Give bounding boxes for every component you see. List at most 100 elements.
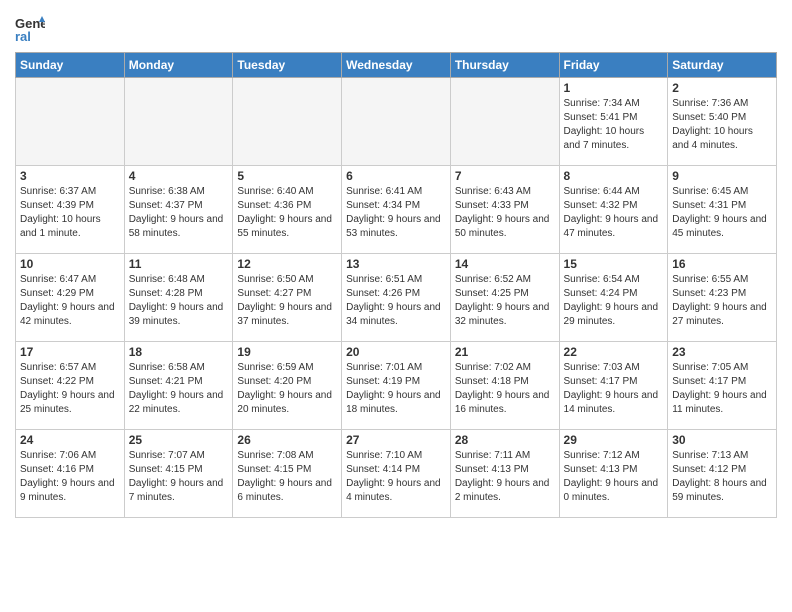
day-number: 15: [564, 257, 664, 271]
day-info: Sunrise: 6:52 AM Sunset: 4:25 PM Dayligh…: [455, 273, 555, 329]
day-info: Sunrise: 6:55 AM Sunset: 4:23 PM Dayligh…: [672, 273, 772, 329]
day-info: Sunrise: 6:45 AM Sunset: 4:31 PM Dayligh…: [672, 185, 772, 241]
week-row-4: 17 Sunrise: 6:57 AM Sunset: 4:22 PM Dayli…: [16, 342, 777, 430]
day-cell: 19 Sunrise: 6:59 AM Sunset: 4:20 PM Dayli…: [233, 342, 342, 430]
day-cell: 3 Sunrise: 6:37 AM Sunset: 4:39 PM Daylig…: [16, 166, 125, 254]
day-cell: 12Sunrise: 6:50 AM Sunset: 4:27 PM Dayli…: [233, 254, 342, 342]
weekday-saturday: Saturday: [668, 53, 777, 78]
page: Gene ral SundayMondayTuesdayWednesdayThu…: [0, 0, 792, 612]
day-cell: 16 Sunrise: 6:55 AM Sunset: 4:23 PM Dayli…: [668, 254, 777, 342]
day-cell: 30 Sunrise: 7:13 AM Sunset: 4:12 PM Dayli…: [668, 430, 777, 518]
svg-text:ral: ral: [15, 29, 31, 44]
day-info: Sunrise: 7:07 AM Sunset: 4:15 PM Dayligh…: [129, 449, 229, 505]
day-info: Sunrise: 6:41 AM Sunset: 4:34 PM Dayligh…: [346, 185, 446, 241]
week-row-1: 1 Sunrise: 7:34 AM Sunset: 5:41 PM Daylig…: [16, 78, 777, 166]
weekday-header-row: SundayMondayTuesdayWednesdayThursdayFrid…: [16, 53, 777, 78]
day-number: 17: [20, 345, 120, 359]
day-info: Sunrise: 7:01 AM Sunset: 4:19 PM Dayligh…: [346, 361, 446, 417]
day-cell: [124, 78, 233, 166]
day-number: 23: [672, 345, 772, 359]
week-row-3: 10 Sunrise: 6:47 AM Sunset: 4:29 PM Dayli…: [16, 254, 777, 342]
day-cell: 28Sunrise: 7:11 AM Sunset: 4:13 PM Dayli…: [450, 430, 559, 518]
day-cell: 17 Sunrise: 6:57 AM Sunset: 4:22 PM Dayli…: [16, 342, 125, 430]
header: Gene ral: [15, 10, 777, 44]
day-info: Sunrise: 7:13 AM Sunset: 4:12 PM Dayligh…: [672, 449, 772, 505]
day-info: Sunrise: 6:54 AM Sunset: 4:24 PM Dayligh…: [564, 273, 664, 329]
day-cell: 11Sunrise: 6:48 AM Sunset: 4:28 PM Dayli…: [124, 254, 233, 342]
day-number: 14: [455, 257, 555, 271]
day-number: 27: [346, 433, 446, 447]
day-number: 29: [564, 433, 664, 447]
day-cell: 5 Sunrise: 6:40 AM Sunset: 4:36 PM Daylig…: [233, 166, 342, 254]
day-cell: 10 Sunrise: 6:47 AM Sunset: 4:29 PM Dayli…: [16, 254, 125, 342]
day-info: Sunrise: 6:58 AM Sunset: 4:21 PM Dayligh…: [129, 361, 229, 417]
day-number: 10: [20, 257, 120, 271]
day-number: 8: [564, 169, 664, 183]
day-number: 2: [672, 81, 772, 95]
day-info: Sunrise: 6:37 AM Sunset: 4:39 PM Dayligh…: [20, 185, 120, 241]
day-cell: [16, 78, 125, 166]
day-number: 12: [237, 257, 337, 271]
day-number: 13: [346, 257, 446, 271]
day-info: Sunrise: 6:51 AM Sunset: 4:26 PM Dayligh…: [346, 273, 446, 329]
day-number: 1: [564, 81, 664, 95]
day-cell: 27Sunrise: 7:10 AM Sunset: 4:14 PM Dayli…: [342, 430, 451, 518]
day-number: 26: [237, 433, 337, 447]
weekday-tuesday: Tuesday: [233, 53, 342, 78]
day-info: Sunrise: 6:44 AM Sunset: 4:32 PM Dayligh…: [564, 185, 664, 241]
week-row-5: 24 Sunrise: 7:06 AM Sunset: 4:16 PM Dayli…: [16, 430, 777, 518]
day-number: 7: [455, 169, 555, 183]
day-number: 9: [672, 169, 772, 183]
day-cell: 22 Sunrise: 7:03 AM Sunset: 4:17 PM Dayli…: [559, 342, 668, 430]
calendar: SundayMondayTuesdayWednesdayThursdayFrid…: [15, 52, 777, 518]
weekday-wednesday: Wednesday: [342, 53, 451, 78]
day-number: 18: [129, 345, 229, 359]
day-cell: 1 Sunrise: 7:34 AM Sunset: 5:41 PM Daylig…: [559, 78, 668, 166]
day-cell: 6 Sunrise: 6:41 AM Sunset: 4:34 PM Daylig…: [342, 166, 451, 254]
day-number: 5: [237, 169, 337, 183]
day-cell: 7 Sunrise: 6:43 AM Sunset: 4:33 PM Daylig…: [450, 166, 559, 254]
day-info: Sunrise: 7:12 AM Sunset: 4:13 PM Dayligh…: [564, 449, 664, 505]
weekday-friday: Friday: [559, 53, 668, 78]
day-cell: 26 Sunrise: 7:08 AM Sunset: 4:15 PM Dayli…: [233, 430, 342, 518]
day-info: Sunrise: 7:06 AM Sunset: 4:16 PM Dayligh…: [20, 449, 120, 505]
day-number: 28: [455, 433, 555, 447]
day-number: 19: [237, 345, 337, 359]
day-cell: 21 Sunrise: 7:02 AM Sunset: 4:18 PM Dayli…: [450, 342, 559, 430]
day-number: 25: [129, 433, 229, 447]
logo-icon: Gene ral: [15, 14, 45, 44]
day-info: Sunrise: 7:03 AM Sunset: 4:17 PM Dayligh…: [564, 361, 664, 417]
day-info: Sunrise: 6:43 AM Sunset: 4:33 PM Dayligh…: [455, 185, 555, 241]
day-info: Sunrise: 7:36 AM Sunset: 5:40 PM Dayligh…: [672, 97, 772, 153]
day-cell: 13 Sunrise: 6:51 AM Sunset: 4:26 PM Dayli…: [342, 254, 451, 342]
day-cell: 8 Sunrise: 6:44 AM Sunset: 4:32 PM Daylig…: [559, 166, 668, 254]
weekday-thursday: Thursday: [450, 53, 559, 78]
logo: Gene ral: [15, 14, 47, 44]
day-cell: 4Sunrise: 6:38 AM Sunset: 4:37 PM Daylig…: [124, 166, 233, 254]
day-cell: 25 Sunrise: 7:07 AM Sunset: 4:15 PM Dayli…: [124, 430, 233, 518]
day-info: Sunrise: 6:47 AM Sunset: 4:29 PM Dayligh…: [20, 273, 120, 329]
day-cell: [342, 78, 451, 166]
day-number: 21: [455, 345, 555, 359]
day-cell: 15 Sunrise: 6:54 AM Sunset: 4:24 PM Dayli…: [559, 254, 668, 342]
day-info: Sunrise: 7:34 AM Sunset: 5:41 PM Dayligh…: [564, 97, 664, 153]
day-number: 30: [672, 433, 772, 447]
day-number: 22: [564, 345, 664, 359]
day-cell: 20 Sunrise: 7:01 AM Sunset: 4:19 PM Dayli…: [342, 342, 451, 430]
weekday-monday: Monday: [124, 53, 233, 78]
day-number: 16: [672, 257, 772, 271]
day-number: 6: [346, 169, 446, 183]
day-cell: 18 Sunrise: 6:58 AM Sunset: 4:21 PM Dayli…: [124, 342, 233, 430]
day-info: Sunrise: 6:57 AM Sunset: 4:22 PM Dayligh…: [20, 361, 120, 417]
day-cell: 29 Sunrise: 7:12 AM Sunset: 4:13 PM Dayli…: [559, 430, 668, 518]
day-number: 20: [346, 345, 446, 359]
day-info: Sunrise: 7:05 AM Sunset: 4:17 PM Dayligh…: [672, 361, 772, 417]
day-cell: 14 Sunrise: 6:52 AM Sunset: 4:25 PM Dayli…: [450, 254, 559, 342]
day-info: Sunrise: 7:08 AM Sunset: 4:15 PM Dayligh…: [237, 449, 337, 505]
day-cell: 9 Sunrise: 6:45 AM Sunset: 4:31 PM Daylig…: [668, 166, 777, 254]
day-info: Sunrise: 7:02 AM Sunset: 4:18 PM Dayligh…: [455, 361, 555, 417]
day-number: 24: [20, 433, 120, 447]
day-info: Sunrise: 6:59 AM Sunset: 4:20 PM Dayligh…: [237, 361, 337, 417]
day-number: 3: [20, 169, 120, 183]
day-info: Sunrise: 6:40 AM Sunset: 4:36 PM Dayligh…: [237, 185, 337, 241]
